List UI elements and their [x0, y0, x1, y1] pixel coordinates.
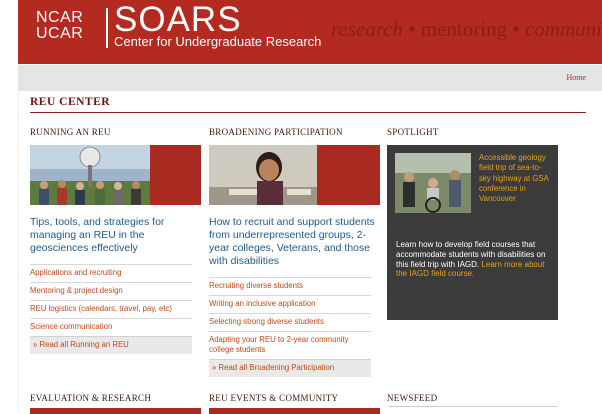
logo-divider [106, 8, 108, 48]
broadening-blurb: How to recruit and support students from… [209, 216, 375, 267]
tagline-separator: • [507, 17, 525, 41]
link-inclusive-application[interactable]: Writing an inclusive application [209, 295, 371, 313]
spotlight-photo[interactable] [395, 153, 471, 213]
running-link-list: Applications and recruiting Mentoring & … [30, 264, 192, 354]
left-margin [0, 0, 18, 412]
newsfeed-divider [389, 406, 557, 407]
tagline-research: research [331, 17, 403, 41]
site-header: NCAR UCAR SOARS Center for Undergraduate… [18, 0, 602, 64]
tagline-mentoring: mentoring [420, 17, 508, 41]
left-margin-rule [18, 64, 19, 412]
site-tagline: research • mentoring • community [331, 17, 602, 42]
ucar-label: UCAR [36, 25, 84, 42]
ncar-label: NCAR [36, 9, 84, 26]
evaluation-heading[interactable]: EVALUATION & RESEARCH [30, 393, 151, 403]
spotlight-heading: SPOTLIGHT [387, 127, 439, 137]
broadening-link-list: Recruiting diverse students Writing an i… [209, 277, 371, 377]
running-feature-banner[interactable] [30, 145, 201, 205]
link-science-communication[interactable]: Science communication [30, 318, 192, 336]
nav-bar: Home [18, 65, 602, 91]
spotlight-box: Accessible geology field trip of sea-to-… [387, 145, 558, 320]
broadening-feature-banner[interactable] [209, 145, 380, 205]
link-applications[interactable]: Applications and recruiting [30, 264, 192, 282]
read-all-running-link[interactable]: » Read all Running an REU [30, 336, 192, 354]
running-photo[interactable] [30, 145, 150, 205]
events-feature-banner[interactable] [209, 408, 380, 414]
events-heading[interactable]: REU EVENTS & COMMUNITY [209, 393, 338, 403]
read-all-broadening-link[interactable]: » Read all Broadening Participation [209, 359, 371, 377]
page-title: REU CENTER [30, 96, 111, 108]
spotlight-caption-link[interactable]: Accessible geology field trip of sea-to-… [479, 153, 553, 204]
link-recruiting-diverse[interactable]: Recruiting diverse students [209, 277, 371, 295]
ncar-ucar-logo[interactable]: NCAR UCAR [36, 10, 83, 42]
broadening-photo[interactable] [209, 145, 317, 205]
student-lab-photo [209, 145, 317, 205]
home-link[interactable]: Home [566, 73, 586, 82]
newsfeed-heading: NEWSFEED [387, 393, 438, 403]
broadening-heading[interactable]: BROADENING PARTICIPATION [209, 127, 343, 137]
field-trip-photo [395, 153, 471, 213]
tagline-community: community [524, 17, 602, 41]
link-mentoring[interactable]: Mentoring & project design [30, 282, 192, 300]
link-two-year-college[interactable]: Adapting your REU to 2-year community co… [209, 331, 371, 359]
link-selecting-students[interactable]: Selecting strong diverse students [209, 313, 371, 331]
running-heading[interactable]: RUNNING AN REU [30, 127, 111, 137]
evaluation-feature-banner[interactable] [30, 408, 201, 414]
running-blurb: Tips, tools, and strategies for managing… [30, 216, 165, 254]
site-subtitle: Center for Undergraduate Research [114, 34, 322, 49]
tagline-separator: • [402, 17, 421, 41]
soars-logo[interactable]: SOARS [114, 2, 242, 38]
spotlight-body: Learn how to develop field courses that … [396, 240, 552, 279]
link-logistics[interactable]: REU logistics (calendars, travel, pay, e… [30, 300, 192, 318]
field-team-photo [30, 145, 150, 205]
title-divider [30, 112, 586, 113]
